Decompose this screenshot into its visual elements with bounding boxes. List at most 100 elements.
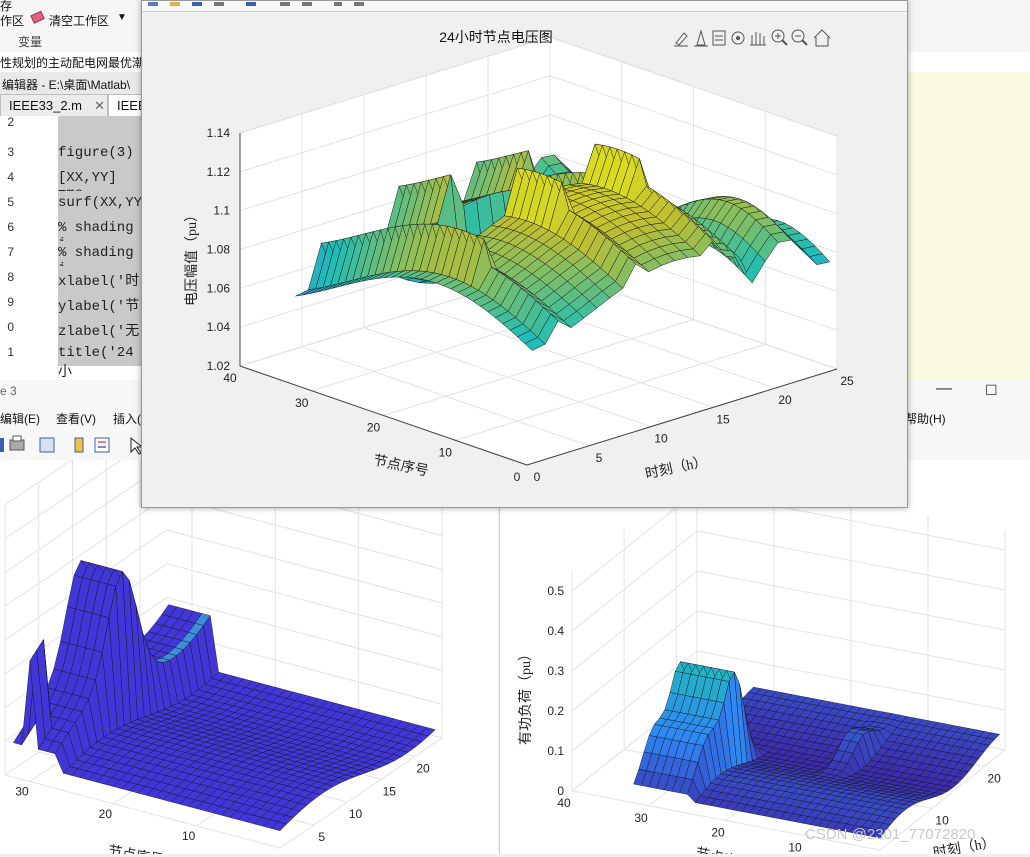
figure1-window: 0 5 10 15 20 25 0 10 20 30 40 1.02 1.04 1.06 1.08 1.1 1.… <box>141 0 908 508</box>
colorbar-icon[interactable] <box>74 437 84 453</box>
x-tick-label: 10 <box>654 432 668 446</box>
z-axis-label: 电压幅值（pu） <box>184 208 200 306</box>
pan-icon[interactable] <box>750 32 766 46</box>
x-tick-label: 20 <box>987 772 1001 786</box>
line-number: 4 <box>7 170 14 184</box>
clear-workspace-button[interactable]: 清空工作区 <box>49 12 109 29</box>
chevron-down-icon[interactable]: ▼ <box>117 12 127 23</box>
figure1-canvas: 0 5 10 15 20 25 0 10 20 30 40 1.02 1.04 1.06 1.08 1.1 1.… <box>142 12 907 506</box>
y-axis-label: 节点序号 <box>372 452 430 479</box>
link-icon[interactable] <box>39 437 55 453</box>
x-tick-label: 20 <box>416 761 430 775</box>
legend-icon[interactable] <box>712 30 726 46</box>
workspace-partial-label[interactable]: 作区 <box>0 12 24 29</box>
line-number: 1 <box>7 345 14 359</box>
line-number: 6 <box>7 220 14 234</box>
z-tick-label: 1.04 <box>207 320 231 334</box>
line-number: 3 <box>7 145 14 159</box>
y-tick-label: 30 <box>295 396 309 410</box>
code-line[interactable]: surf(XX,YY, <box>58 195 150 211</box>
home-icon[interactable] <box>813 29 831 47</box>
watermark-text: CSDN @2301_77072820 <box>805 826 976 843</box>
brush-icon[interactable] <box>674 32 688 47</box>
voltage-surface-chart[interactable]: 0 5 10 15 20 25 0 10 20 30 401.02 1.04 1.06 1.08 1.1 1.… <box>142 12 907 506</box>
y-tick-label: 40 <box>223 371 237 385</box>
code-line[interactable]: title('24小 <box>58 345 145 381</box>
figure3-toolbar-icons <box>0 435 144 455</box>
z-tick-label: 0.5 <box>547 584 564 598</box>
close-icon[interactable]: ✕ <box>94 95 105 117</box>
x-tick-label: 15 <box>716 412 730 426</box>
menu-insert[interactable]: 插入( <box>113 410 141 427</box>
y-tick-label: 10 <box>788 840 802 854</box>
menu-view[interactable]: 查看(V) <box>56 410 96 427</box>
minimize-icon[interactable]: — <box>936 380 952 398</box>
data-tip-icon[interactable] <box>694 29 708 47</box>
load-surface-right <box>633 661 1001 839</box>
z-gridline <box>4 495 443 607</box>
tab-label: IEEE33_2.m <box>9 98 82 113</box>
surface-chart-left[interactable]: 05101520102030节点序号 <box>0 394 498 857</box>
x-tick-label: 5 <box>318 830 325 844</box>
line-number: 5 <box>7 195 14 209</box>
x-tick-label: 5 <box>596 451 603 465</box>
menu-edit[interactable]: 编辑(E) <box>0 410 40 427</box>
y-tick-label: 20 <box>711 826 725 840</box>
z-tick-label: 1.06 <box>207 281 231 295</box>
axes-toolbar <box>672 27 837 49</box>
figure1-toolbar-strip <box>142 1 907 12</box>
tab-ieee33-2[interactable]: IEEE33_2.m ✕ <box>0 94 108 117</box>
zoom-in-icon[interactable] <box>771 29 788 46</box>
y-tick-label: 0 <box>514 470 521 484</box>
z-tick-label: 0.2 <box>547 704 564 718</box>
z-gridline <box>571 570 1006 672</box>
rotate-icon[interactable] <box>731 31 745 45</box>
line-number: 8 <box>7 270 14 284</box>
z-axis-label: 有功负荷（pu） <box>518 647 534 745</box>
z-tick-label: 1.1 <box>213 204 230 218</box>
section-label: 变量 <box>18 35 43 49</box>
eraser-icon <box>30 10 46 24</box>
y-tick-label: 30 <box>634 811 648 825</box>
z-tick-label: 0 <box>557 784 564 798</box>
menu-help[interactable]: 帮助(H) <box>905 410 946 427</box>
save-icon[interactable] <box>0 438 4 452</box>
chart-title: 24小时节点电压图 <box>439 29 553 45</box>
x-tick-label: 15 <box>383 784 397 798</box>
figure3-right-axes-panel: 0102001020304000.10.20.30.40.5有功负荷（pu）时刻… <box>499 471 1030 857</box>
x-tick-label: 10 <box>349 807 363 821</box>
code-line[interactable]: figure(3) <box>58 145 134 161</box>
load-surface-left <box>13 560 436 831</box>
line-number: 0 <box>7 320 14 334</box>
editor-titlebar: 编辑器 - E:\桌面\Matlab\ <box>0 72 145 95</box>
y-tick-label: 20 <box>367 421 381 435</box>
y-axis-label: 节点序号 <box>107 843 165 854</box>
z-tick-label: 1.14 <box>207 126 231 140</box>
x-axis-label: 时刻（h） <box>644 454 709 483</box>
code-editor-margin <box>905 72 1030 380</box>
line-number: 9 <box>7 295 14 309</box>
y-tick-label: 10 <box>182 829 196 843</box>
editor-tabs: IEEE33_2.m ✕ IEEE <box>0 94 166 117</box>
figure3-title: e 3 <box>0 384 17 398</box>
z-tick-label: 1.08 <box>207 243 231 257</box>
print-icon[interactable] <box>9 435 25 451</box>
line-number: 7 <box>7 245 14 259</box>
y-tick-label: 20 <box>99 807 113 821</box>
figure3-toolbar-right <box>905 430 1030 460</box>
y-tick-label: 10 <box>439 445 453 459</box>
z-tick-label: 1.12 <box>207 165 231 179</box>
x-tick-label: 20 <box>778 393 792 407</box>
figure3-right-panel-top <box>905 460 1030 506</box>
legend-icon[interactable] <box>94 437 110 453</box>
y-tick-label: 40 <box>557 796 571 810</box>
path-text: 性规划的主动配电网最优潮流 <box>0 56 157 70</box>
surface-chart-right[interactable]: 0102001020304000.10.20.30.40.5有功负荷（pu）时刻… <box>500 471 1030 857</box>
maximize-icon[interactable]: ☐ <box>985 382 998 399</box>
z-tick-label: 0.1 <box>547 744 564 758</box>
zoom-out-icon[interactable] <box>791 29 808 46</box>
line-number: 2 <box>7 115 14 129</box>
figure3-toolbar <box>0 430 145 460</box>
z-tick-label: 0.3 <box>547 664 564 678</box>
selection-highlight <box>58 116 145 141</box>
